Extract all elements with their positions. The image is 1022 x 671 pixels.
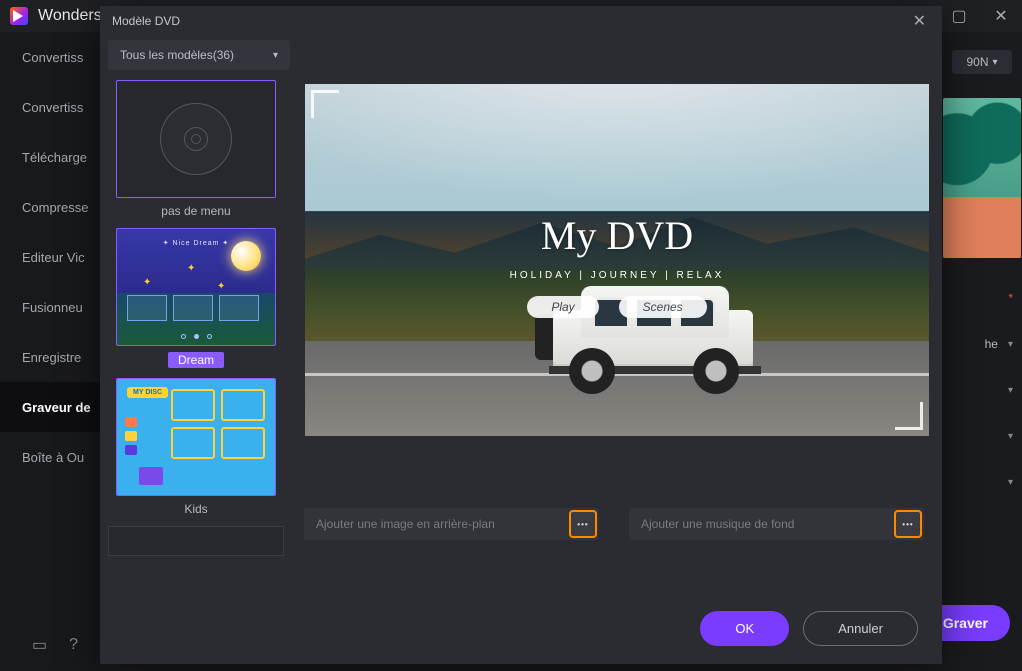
right-option-row[interactable]: * — [943, 280, 1013, 316]
sidebar: Convertiss Convertiss Télécharge Compres… — [0, 32, 110, 671]
preview-scenes-button[interactable]: Scenes — [619, 296, 707, 318]
background-music-input[interactable]: Ajouter une musique de fond ••• — [629, 508, 924, 540]
sidebar-item-toolbox[interactable]: Boîte à Ou — [0, 432, 110, 482]
sidebar-item-compress[interactable]: Compresse — [0, 182, 110, 232]
dvd-menu-preview: My DVD HOLIDAY | JOURNEY | RELAX Play Sc… — [305, 84, 929, 436]
crop-corner-icon — [311, 90, 339, 118]
right-option-row[interactable]: he▾ — [943, 326, 1013, 362]
template-list[interactable]: pas de menu ✦ Nice Dream ✦ ✦ ✦ ✦ Dream — [108, 80, 290, 592]
template-thumb — [116, 80, 276, 198]
sidebar-item-editor[interactable]: Editeur Vic — [0, 232, 110, 282]
sidebar-item-download[interactable]: Télécharge — [0, 132, 110, 182]
placeholder-text: Ajouter une image en arrière-plan — [316, 517, 495, 531]
sidebar-item-convert-1[interactable]: Convertiss — [0, 32, 110, 82]
sidebar-item-record[interactable]: Enregistre — [0, 332, 110, 382]
project-thumbnail[interactable] — [943, 98, 1021, 258]
template-thumb: ✦ Nice Dream ✦ ✦ ✦ ✦ — [116, 228, 276, 346]
crop-corner-icon — [895, 402, 923, 430]
ok-button[interactable]: OK — [700, 611, 789, 646]
close-window-button[interactable]: ✕ — [980, 0, 1022, 32]
sidebar-item-merge[interactable]: Fusionneu — [0, 282, 110, 332]
right-option-row[interactable]: ▾ — [943, 372, 1013, 408]
template-column: Tous les modèles(36) ▾ pas de menu ✦ Nic… — [108, 40, 290, 592]
placeholder-text: Ajouter une musique de fond — [641, 517, 794, 531]
sidebar-item-burner[interactable]: Graveur de — [0, 382, 110, 432]
required-mark: * — [1008, 291, 1013, 305]
template-label: Dream — [168, 352, 224, 368]
chevron-down-icon: ▾ — [273, 50, 278, 61]
help-icon[interactable]: ? — [69, 636, 78, 654]
chevron-down-icon: ▾ — [992, 57, 997, 68]
top-right-select[interactable]: 90N▾ — [952, 50, 1012, 74]
project-thumbnail-strip — [943, 98, 1021, 258]
template-mini-badge: MY DISC — [127, 387, 168, 398]
template-card-kids[interactable]: MY DISC Kids — [108, 378, 284, 516]
background-image-input[interactable]: Ajouter une image en arrière-plan ••• — [304, 508, 599, 540]
preview-column: My DVD HOLIDAY | JOURNEY | RELAX Play Sc… — [300, 40, 934, 592]
right-options: * he▾ ▾ ▾ ▾ — [943, 280, 1013, 510]
cancel-button[interactable]: Annuler — [803, 611, 918, 646]
modal-titlebar: Modèle DVD ✕ — [100, 6, 942, 36]
vehicle-graphic — [535, 274, 775, 394]
right-option-row[interactable]: ▾ — [943, 464, 1013, 500]
browse-music-button[interactable]: ••• — [894, 510, 922, 538]
modal-footer: OK Annuler — [100, 592, 942, 664]
modal-title: Modèle DVD — [112, 14, 180, 28]
app-title: Wonders — [38, 7, 102, 25]
preview-title[interactable]: My DVD — [305, 212, 929, 259]
browse-image-button[interactable]: ••• — [569, 510, 597, 538]
dvd-template-modal: Modèle DVD ✕ Tous les modèles(36) ▾ pas … — [100, 6, 942, 664]
template-label: Kids — [184, 502, 207, 516]
modal-close-button[interactable]: ✕ — [909, 7, 930, 35]
sidebar-footer: ▭ ? — [0, 619, 110, 671]
template-thumb: MY DISC — [116, 378, 276, 496]
book-icon[interactable]: ▭ — [32, 635, 47, 655]
template-card-nomenu[interactable]: pas de menu — [108, 80, 284, 218]
preview-tags: HOLIDAY | JOURNEY | RELAX — [305, 270, 929, 281]
template-label: pas de menu — [161, 204, 230, 218]
preview-play-button[interactable]: Play — [527, 296, 598, 318]
right-option-row[interactable]: ▾ — [943, 418, 1013, 454]
moon-icon — [231, 241, 261, 271]
maximize-button[interactable]: ▢ — [938, 0, 980, 32]
app-logo-icon — [10, 7, 28, 25]
template-card-dream[interactable]: ✦ Nice Dream ✦ ✦ ✦ ✦ Dream — [108, 228, 284, 368]
template-card-more[interactable] — [108, 526, 284, 556]
sidebar-item-convert-2[interactable]: Convertiss — [0, 82, 110, 132]
disc-icon — [160, 103, 232, 175]
template-filter-select[interactable]: Tous les modèles(36) ▾ — [108, 40, 290, 70]
